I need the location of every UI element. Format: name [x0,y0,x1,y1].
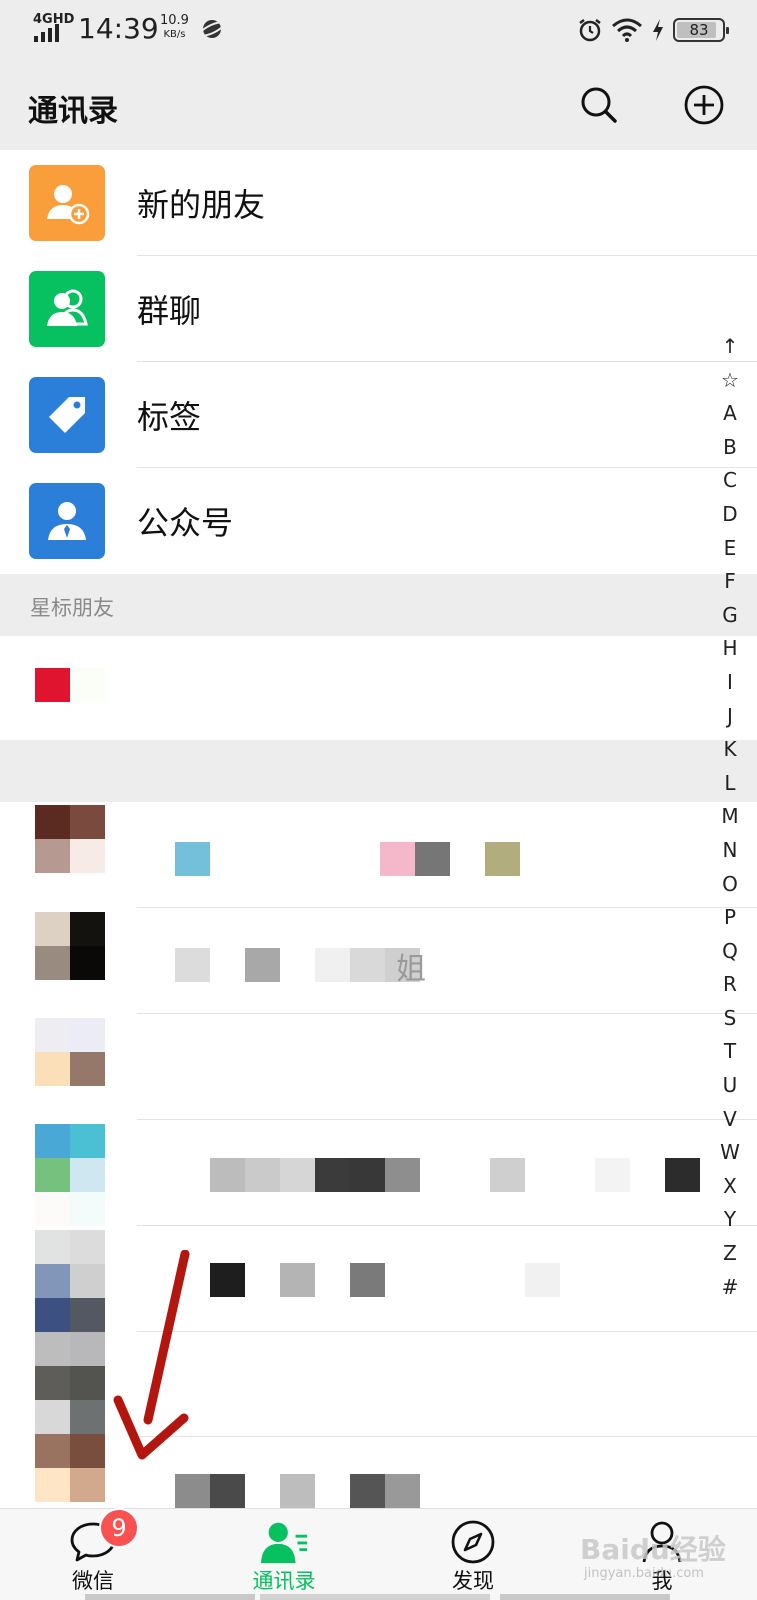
tab-discover-label: 发现 [452,1569,494,1593]
speed-unit: KB/s [163,29,186,40]
letter-section-header [0,740,757,802]
tab-chats-label: 微信 [72,1569,114,1593]
status-right: 83 [577,16,729,44]
contact-name-blurred [175,1474,420,1508]
battery-icon: 83 [673,18,729,42]
starred-contact-row[interactable] [0,636,757,740]
index-letter[interactable]: H [715,632,745,666]
new-friends-label: 新的朋友 [137,186,266,224]
page-title: 通讯录 [28,94,118,129]
avatar [35,1124,105,1226]
official-accounts-item[interactable]: 公众号 [0,468,757,574]
index-letter[interactable]: M [715,800,745,834]
avatar [35,1230,105,1332]
discover-compass-icon [448,1519,498,1565]
index-letter[interactable]: E [715,532,745,566]
home-indicator [85,1594,255,1600]
index-letter[interactable]: T [715,1035,745,1069]
index-letter[interactable]: Y [715,1203,745,1237]
index-letter[interactable]: J [715,700,745,734]
index-letter[interactable]: ☆ [715,364,745,398]
contact-name-blurred [175,948,420,982]
index-letter[interactable]: W [715,1136,745,1170]
tab-discover[interactable]: 发现 [393,1509,553,1600]
add-button[interactable] [681,82,727,128]
starred-section-title: 星标朋友 [30,596,114,620]
index-letter[interactable]: L [715,767,745,801]
charging-icon [653,19,663,41]
starred-section-header: 星标朋友 [0,574,757,636]
network-speed: 10.9 KB/s [160,14,189,42]
group-chats-label: 群聊 [137,292,202,330]
speed-value: 10.9 [160,13,189,28]
alphabet-index[interactable]: ↑ ☆ A B C D E F G H I J K L M N O P Q R S T U V W X Y Z # [715,330,745,1304]
search-icon [581,87,617,123]
avatar [35,1018,105,1086]
index-letter[interactable]: V [715,1103,745,1137]
status-bar: 4GHD 14:39 10.9 KB/s 83 [0,0,757,60]
network-type: 4GHD [33,12,75,27]
index-letter[interactable]: Z [715,1237,745,1271]
index-letter[interactable]: P [715,901,745,935]
index-letter[interactable]: ↑ [715,330,745,364]
tag-icon [29,377,105,453]
contact-name-blurred [175,842,520,876]
contact-row[interactable] [0,1014,757,1120]
contacts-icon [259,1519,309,1565]
unread-badge: 9 [99,1508,139,1548]
index-letter[interactable]: Q [715,935,745,969]
tags-item[interactable]: 标签 [0,362,757,468]
contact-name-blurred [210,1263,560,1297]
official-accounts-label: 公众号 [137,504,234,542]
index-letter[interactable]: I [715,666,745,700]
divider [137,1436,757,1437]
tags-label: 标签 [137,398,202,436]
contact-row[interactable]: 姐 [0,908,757,1014]
contact-name-blurred [210,1158,700,1192]
alarm-icon [579,19,601,42]
status-time: 14:39 [78,12,159,45]
index-letter[interactable]: S [715,1002,745,1036]
avatar [35,668,105,702]
annotation-arrow-icon [113,1250,190,1460]
home-indicator [500,1594,670,1600]
index-letter[interactable]: C [715,464,745,498]
tab-chats[interactable]: 微信 [13,1509,173,1600]
index-letter[interactable]: A [715,397,745,431]
index-letter[interactable]: O [715,868,745,902]
group-chat-icon [29,271,105,347]
avatar [35,912,105,980]
index-letter[interactable]: K [715,733,745,767]
contact-row[interactable] [0,1120,757,1226]
search-button[interactable] [576,82,622,128]
tab-contacts[interactable]: 通讯录 [204,1509,364,1600]
add-icon [684,85,724,125]
planet-icon [200,20,224,38]
new-friends-item[interactable]: 新的朋友 [0,150,757,256]
add-friend-icon [29,165,105,241]
wifi-icon [612,18,642,42]
avatar [35,1332,105,1502]
avatar [35,805,105,873]
index-letter[interactable]: X [715,1170,745,1204]
contact-name: 姐 [396,952,426,987]
index-letter[interactable]: G [715,599,745,633]
index-letter[interactable]: # [715,1271,745,1305]
header: 通讯录 [0,60,757,150]
tab-contacts-label: 通讯录 [252,1569,316,1593]
official-account-icon [29,483,105,559]
index-letter[interactable]: B [715,431,745,465]
group-chats-item[interactable]: 群聊 [0,256,757,362]
index-letter[interactable]: R [715,968,745,1002]
battery-level: 83 [689,21,709,39]
index-letter[interactable]: U [715,1069,745,1103]
index-letter[interactable]: N [715,834,745,868]
index-letter[interactable]: F [715,565,745,599]
contact-row[interactable] [0,802,757,908]
watermark-url: jingyan.baidu.com [584,1566,704,1581]
watermark-logo: Baidu经验 [580,1533,726,1566]
home-indicator [260,1594,490,1600]
index-letter[interactable]: D [715,498,745,532]
